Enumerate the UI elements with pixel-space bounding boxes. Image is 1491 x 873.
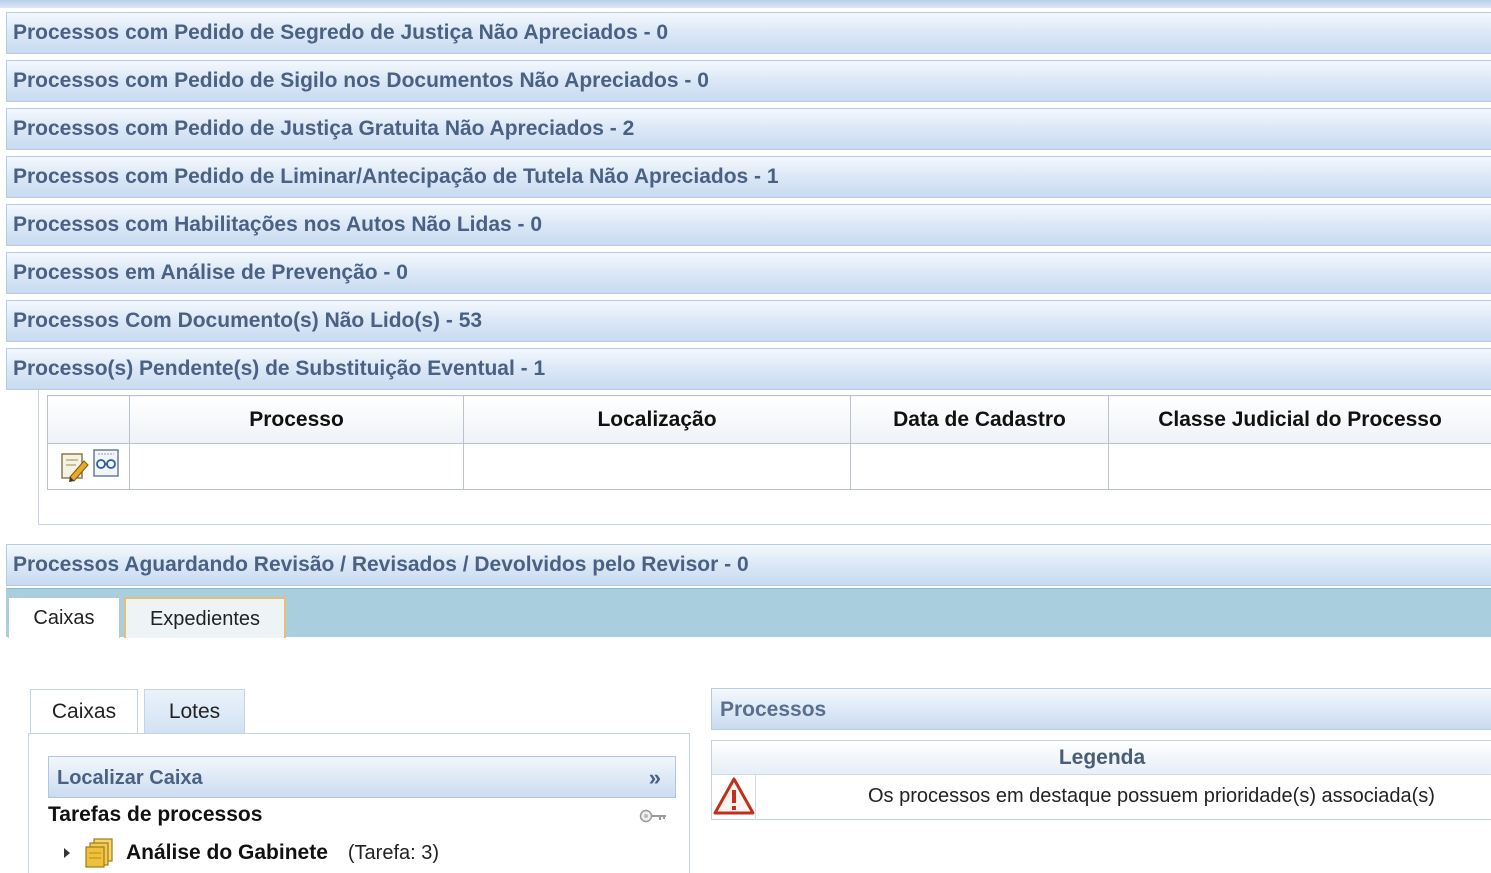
row-action-icons [61,449,119,482]
panel-aguardando-revisao[interactable]: Processos Aguardando Revisão / Revisados… [6,544,1491,586]
substituicao-table-panel: Processo Localização Data de Cadastro Cl… [38,390,1491,525]
inner-tab-caixas[interactable]: Caixas [30,689,138,733]
processo-cell [129,443,464,490]
folder-stack-icon [85,838,113,868]
tree-item-count: (Tarefa: 3) [347,841,440,864]
panel-substituicao-eventual[interactable]: Processo(s) Pendente(s) de Substituição … [6,348,1491,390]
column-header-localizacao[interactable]: Localização [463,395,851,444]
inner-tab-lotes[interactable]: Lotes [144,689,245,733]
double-chevron-right-icon[interactable]: » [649,757,661,799]
tree-item-analise-gabinete[interactable]: Análise do Gabinete (Tarefa: 3) [60,836,439,870]
tab-expedientes[interactable]: Expedientes [124,597,286,638]
tarefas-title: Tarefas de processos [48,803,263,826]
localizacao-cell [463,443,851,490]
row-actions-cell [47,443,130,490]
localizar-caixa-toggle[interactable]: Localizar Caixa » [48,756,676,798]
legenda-box: Legenda Os processos em destaque possuem… [711,740,1491,820]
column-header-actions [47,395,130,444]
panel-habilitacoes[interactable]: Processos com Habilitações nos Autos Não… [6,204,1491,246]
panel-analise-prevencao[interactable]: Processos em Análise de Prevenção - 0 [6,252,1491,294]
localizar-caixa-label: Localizar Caixa [57,767,203,789]
key-icon[interactable] [638,807,668,825]
panel-liminar-tutela[interactable]: Processos com Pedido de Liminar/Antecipa… [6,156,1491,198]
classe-judicial-cell [1108,443,1491,490]
processos-table: Processo Localização Data de Cadastro Cl… [47,395,1491,490]
legenda-title: Legenda [712,741,1491,775]
top-border [0,0,1491,8]
processos-header: Processos [711,688,1491,730]
expand-arrow-icon[interactable] [60,846,74,860]
column-header-classe-judicial[interactable]: Classe Judicial do Processo [1108,395,1491,444]
legenda-text: Os processos em destaque possuem priorid… [868,785,1435,807]
column-header-data-cadastro[interactable]: Data de Cadastro [850,395,1109,444]
edit-document-icon[interactable] [61,453,89,482]
panel-justica-gratuita[interactable]: Processos com Pedido de Justiça Gratuita… [6,108,1491,150]
panel-sigilo-documentos[interactable]: Processos com Pedido de Sigilo nos Docum… [6,60,1491,102]
tab-caixas[interactable]: Caixas [8,597,120,638]
panel-documentos-nao-lidos[interactable]: Processos Com Documento(s) Não Lido(s) -… [6,300,1491,342]
data-cadastro-cell [850,443,1109,490]
panel-segredo-justica[interactable]: Processos com Pedido de Segredo de Justi… [6,12,1491,54]
view-details-icon[interactable] [93,449,119,477]
main-tab-bar: Caixas Expedientes [6,588,1491,638]
column-header-processo[interactable]: Processo [129,395,464,444]
warning-icon [713,777,755,815]
tree-item-name[interactable]: Análise do Gabinete [126,841,328,865]
table-row [47,443,1491,490]
warning-cell [712,775,756,820]
